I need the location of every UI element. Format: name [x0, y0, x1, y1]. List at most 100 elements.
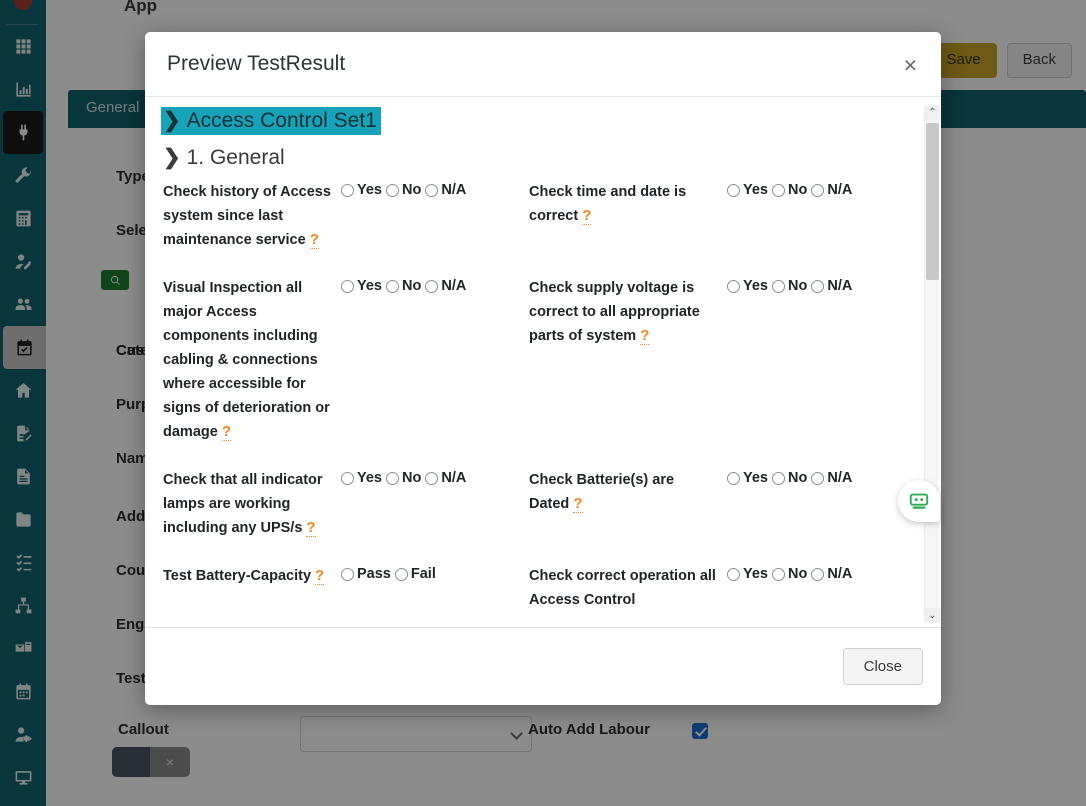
- radio-label: No: [402, 278, 421, 294]
- radio-option[interactable]: Yes: [727, 566, 768, 582]
- radio-button[interactable]: [341, 472, 354, 485]
- close-button[interactable]: Close: [843, 648, 923, 685]
- radio-button[interactable]: [395, 568, 408, 581]
- radio-button[interactable]: [425, 184, 438, 197]
- radio-button[interactable]: [772, 472, 785, 485]
- radio-label: N/A: [827, 470, 852, 486]
- app-root: App Save Back General TypeSelectCustomer…: [0, 0, 1086, 806]
- radio-button[interactable]: [811, 472, 824, 485]
- radio-button[interactable]: [341, 280, 354, 293]
- question-text: Test Battery-Capacity ?: [161, 564, 341, 612]
- help-icon[interactable]: ?: [310, 231, 319, 249]
- radio-label: Fail: [411, 566, 436, 582]
- radio-label: N/A: [441, 278, 466, 294]
- scroll-up-button[interactable]: ⌃: [925, 105, 940, 120]
- radio-label: Yes: [357, 470, 382, 486]
- radio-option[interactable]: Yes: [727, 470, 768, 486]
- radio-button[interactable]: [772, 184, 785, 197]
- questions-scroll-region: ❯Access Control Set1 ❯ 1. General Check h…: [161, 107, 907, 627]
- question-options: Yes No N/A: [341, 276, 529, 294]
- help-icon[interactable]: ?: [222, 423, 231, 441]
- radio-label: Yes: [357, 278, 382, 294]
- question-label: Check that all indicator lamps are worki…: [163, 472, 323, 536]
- radio-button[interactable]: [386, 184, 399, 197]
- radio-option[interactable]: No: [386, 470, 421, 486]
- radio-button[interactable]: [811, 184, 824, 197]
- modal-title: Preview TestResult: [167, 52, 345, 76]
- radio-button[interactable]: [341, 184, 354, 197]
- radio-option[interactable]: N/A: [811, 470, 852, 486]
- radio-option[interactable]: N/A: [811, 566, 852, 582]
- question-label: Check correct operation all Access Contr…: [529, 568, 716, 608]
- radio-button[interactable]: [425, 280, 438, 293]
- help-icon[interactable]: ?: [306, 519, 315, 537]
- radio-option[interactable]: N/A: [425, 470, 466, 486]
- chevron-right-icon: ❯: [163, 145, 181, 170]
- question-options: Pass Fail: [341, 564, 529, 582]
- radio-option[interactable]: N/A: [425, 278, 466, 294]
- radio-button[interactable]: [386, 280, 399, 293]
- radio-option[interactable]: Fail: [395, 566, 436, 582]
- section-title[interactable]: ❯ 1. General: [163, 145, 907, 170]
- close-icon[interactable]: ×: [898, 52, 923, 79]
- scroll-down-button[interactable]: ⌄: [925, 608, 940, 623]
- radio-button[interactable]: [341, 568, 354, 581]
- radio-option[interactable]: No: [772, 470, 807, 486]
- radio-button[interactable]: [727, 568, 740, 581]
- question-label: Check Batterie(s) are Dated: [529, 472, 674, 512]
- radio-option[interactable]: No: [772, 182, 807, 198]
- question-grid: Check history of Access system since las…: [161, 180, 907, 627]
- radio-option[interactable]: No: [772, 566, 807, 582]
- radio-button[interactable]: [386, 472, 399, 485]
- radio-button[interactable]: [811, 568, 824, 581]
- radio-option[interactable]: Yes: [727, 182, 768, 198]
- question-text: Check time and date is correct ?: [529, 180, 727, 252]
- modal-footer: Close: [145, 627, 941, 705]
- help-icon[interactable]: ?: [573, 495, 582, 513]
- question-label: Test Battery-Capacity: [163, 568, 311, 584]
- radio-option[interactable]: Yes: [341, 470, 382, 486]
- radio-label: No: [788, 278, 807, 294]
- radio-option[interactable]: N/A: [811, 278, 852, 294]
- section-title-label: 1. General: [187, 146, 285, 169]
- radio-label: No: [788, 566, 807, 582]
- question-label: Check supply voltage is correct to all a…: [529, 280, 700, 344]
- radio-option[interactable]: No: [386, 182, 421, 198]
- help-icon[interactable]: ?: [582, 207, 591, 225]
- radio-option[interactable]: Pass: [341, 566, 391, 582]
- radio-option[interactable]: No: [772, 278, 807, 294]
- radio-option[interactable]: N/A: [425, 182, 466, 198]
- scrollbar-thumb[interactable]: [926, 123, 939, 280]
- radio-button[interactable]: [727, 472, 740, 485]
- radio-button[interactable]: [772, 280, 785, 293]
- radio-button[interactable]: [811, 280, 824, 293]
- question-text: Check supply voltage is correct to all a…: [529, 276, 727, 372]
- radio-button[interactable]: [727, 280, 740, 293]
- modal-scrollbar[interactable]: ⌃ ⌄: [924, 105, 939, 623]
- radio-option[interactable]: Yes: [727, 278, 768, 294]
- help-icon[interactable]: ?: [640, 327, 649, 345]
- question-options: Yes NoN/A: [727, 276, 907, 294]
- modal-body: ❯Access Control Set1 ❯ 1. General Check h…: [145, 97, 941, 627]
- question-text: Visual Inspection all major Access compo…: [161, 276, 341, 468]
- radio-option[interactable]: Yes: [341, 182, 382, 198]
- modal-header: Preview TestResult ×: [145, 32, 941, 97]
- radio-button[interactable]: [772, 568, 785, 581]
- radio-button[interactable]: [727, 184, 740, 197]
- chat-bot-button[interactable]: [898, 480, 940, 522]
- radio-option[interactable]: No: [386, 278, 421, 294]
- set-title[interactable]: ❯Access Control Set1: [161, 107, 381, 135]
- radio-label: Yes: [357, 182, 382, 198]
- question-options: Yes NoN/A: [727, 564, 907, 582]
- radio-label: Yes: [743, 182, 768, 198]
- radio-label: No: [402, 182, 421, 198]
- radio-option[interactable]: Yes: [341, 278, 382, 294]
- question-text: Check that all indicator lamps are worki…: [161, 468, 341, 564]
- radio-label: No: [788, 182, 807, 198]
- question-text: Check Batterie(s) are Dated ?: [529, 468, 727, 540]
- help-icon[interactable]: ?: [315, 567, 324, 585]
- question-label: Visual Inspection all major Access compo…: [163, 280, 330, 440]
- radio-option[interactable]: N/A: [811, 182, 852, 198]
- preview-testresult-modal: Preview TestResult × ❯Access Control Set…: [145, 32, 941, 705]
- radio-button[interactable]: [425, 472, 438, 485]
